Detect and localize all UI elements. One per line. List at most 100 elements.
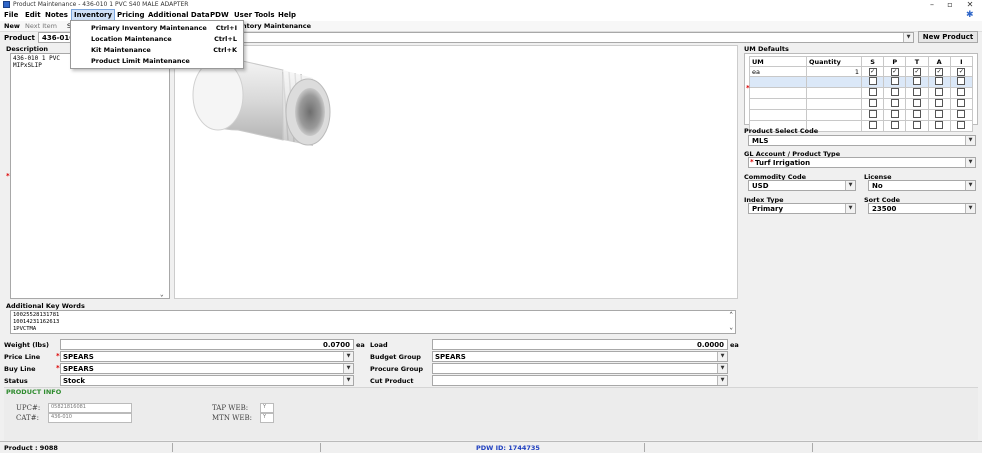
checkbox-a[interactable]: ✓	[935, 68, 944, 76]
um-row[interactable]	[749, 98, 974, 110]
menu-item-primary-inventory[interactable]: Primary Inventory Maintenance	[91, 24, 207, 32]
checkbox-s[interactable]	[868, 77, 877, 85]
chevron-down-icon[interactable]: ▼	[343, 364, 353, 373]
new-product-button[interactable]: New Product	[918, 31, 978, 43]
status-select[interactable]: Stock ▼	[60, 375, 354, 386]
license-select[interactable]: No ▼	[868, 180, 976, 191]
scroll-down-icon[interactable]: ⌄	[729, 324, 733, 331]
um-cell[interactable]	[749, 98, 807, 110]
menu-inventory[interactable]: Inventory	[70, 9, 116, 21]
checkbox-a[interactable]	[935, 88, 944, 96]
load-input[interactable]: 0.0000	[432, 339, 728, 350]
um-cell[interactable]: ea	[749, 66, 807, 77]
description-textarea[interactable]: 436-010 1 PVC MIPxSLIP ⌄	[10, 53, 170, 299]
um-row[interactable]	[749, 87, 974, 99]
procure-group-select[interactable]: ▼	[432, 363, 728, 374]
keywords-textarea[interactable]: 10025528131781 10014231162613 1PVCTMA ⌃ …	[10, 310, 736, 334]
um-row[interactable]	[749, 109, 974, 121]
checkbox-t[interactable]	[912, 110, 921, 118]
um-row[interactable]: ea 1 ✓ ✓ ✓ ✓ ✓	[749, 66, 974, 77]
checkbox-s[interactable]	[868, 121, 877, 129]
menu-pricing[interactable]: Pricing	[117, 11, 145, 19]
chevron-down-icon[interactable]: ▼	[965, 181, 975, 190]
mtn-web-value: Y	[260, 413, 274, 423]
menu-file[interactable]: File	[4, 11, 18, 19]
scroll-down-icon[interactable]: ⌄	[160, 291, 164, 298]
um-cell[interactable]	[749, 87, 807, 99]
checkbox-s[interactable]: ✓	[868, 68, 877, 76]
scroll-up-icon[interactable]: ⌃	[729, 311, 733, 318]
menu-additional-data[interactable]: Additional Data	[148, 11, 210, 19]
inventory-menu: Primary Inventory Maintenance Ctrl+I Loc…	[70, 20, 244, 69]
checkbox-a[interactable]	[935, 99, 944, 107]
maximize-icon[interactable]: ▫	[942, 0, 958, 9]
checkbox-s[interactable]	[868, 110, 877, 118]
chevron-down-icon[interactable]: ▼	[717, 364, 727, 373]
quantity-cell[interactable]	[806, 109, 862, 121]
quantity-cell[interactable]	[806, 87, 862, 99]
price-line-select[interactable]: SPEARS ▼	[60, 351, 354, 362]
um-row[interactable]	[749, 76, 974, 88]
menu-notes[interactable]: Notes	[45, 11, 68, 19]
sort-code-select[interactable]: 23500 ▼	[868, 203, 976, 214]
menu-help[interactable]: Help	[278, 11, 296, 19]
close-icon[interactable]: ✕	[962, 0, 978, 9]
checkbox-i[interactable]	[957, 121, 966, 129]
checkbox-t[interactable]	[912, 88, 921, 96]
checkbox-t[interactable]	[912, 99, 921, 107]
product-dropdown-icon[interactable]: ▼	[903, 33, 913, 42]
checkbox-a[interactable]	[935, 77, 944, 85]
chevron-down-icon[interactable]: ▼	[845, 181, 855, 190]
chevron-down-icon[interactable]: ▼	[717, 376, 727, 385]
checkbox-t[interactable]	[912, 77, 921, 85]
gl-account-select[interactable]: * Turf Irrigation ▼	[748, 157, 976, 168]
checkbox-p[interactable]	[890, 110, 899, 118]
chevron-down-icon[interactable]: ▼	[965, 204, 975, 213]
budget-group-select[interactable]: SPEARS ▼	[432, 351, 728, 362]
next-item-button[interactable]: Next Item	[25, 22, 57, 30]
checkbox-i[interactable]: ✓	[957, 68, 966, 76]
menu-item-product-limit[interactable]: Product Limit Maintenance	[91, 57, 190, 65]
um-cell[interactable]	[749, 109, 807, 121]
checkbox-i[interactable]	[957, 88, 966, 96]
checkbox-t[interactable]	[912, 121, 921, 129]
new-button[interactable]: New	[4, 22, 20, 30]
chevron-down-icon[interactable]: ▼	[965, 136, 975, 145]
checkbox-t[interactable]: ✓	[912, 68, 921, 76]
chevron-down-icon[interactable]: ▼	[965, 158, 975, 167]
checkbox-p[interactable]	[890, 77, 899, 85]
minimize-icon[interactable]: –	[924, 0, 940, 9]
checkbox-i[interactable]	[957, 110, 966, 118]
checkbox-s[interactable]	[868, 99, 877, 107]
chevron-down-icon[interactable]: ▼	[343, 352, 353, 361]
checkbox-i[interactable]	[957, 99, 966, 107]
menu-item-kit[interactable]: Kit Maintenance	[91, 46, 151, 54]
index-type-select[interactable]: Primary ▼	[748, 203, 856, 214]
weight-input[interactable]: 0.0700	[60, 339, 354, 350]
um-cell[interactable]	[749, 76, 807, 88]
checkbox-i[interactable]	[957, 77, 966, 85]
buy-line-select[interactable]: SPEARS ▼	[60, 363, 354, 374]
chevron-down-icon[interactable]: ▼	[717, 352, 727, 361]
checkbox-p[interactable]	[890, 99, 899, 107]
menu-item-location[interactable]: Location Maintenance	[91, 35, 172, 43]
quantity-cell[interactable]: 1	[806, 66, 862, 77]
gear-icon[interactable]: ✱	[966, 10, 974, 20]
checkbox-p[interactable]: ✓	[890, 68, 899, 76]
checkbox-p[interactable]	[890, 121, 899, 129]
quantity-cell[interactable]	[806, 98, 862, 110]
quantity-cell[interactable]	[806, 76, 862, 88]
checkbox-a[interactable]	[935, 121, 944, 129]
menu-user-tools[interactable]: User Tools	[234, 11, 275, 19]
chevron-down-icon[interactable]: ▼	[343, 376, 353, 385]
menu-pdw[interactable]: PDW	[210, 11, 229, 19]
chevron-down-icon[interactable]: ▼	[845, 204, 855, 213]
product-select-code-select[interactable]: MLS ▼	[748, 135, 976, 146]
flag-cell-s	[860, 120, 885, 132]
checkbox-p[interactable]	[890, 88, 899, 96]
menu-edit[interactable]: Edit	[25, 11, 41, 19]
cut-product-select[interactable]: ▼	[432, 375, 728, 386]
checkbox-a[interactable]	[935, 110, 944, 118]
commodity-code-select[interactable]: USD ▼	[748, 180, 856, 191]
checkbox-s[interactable]	[868, 88, 877, 96]
